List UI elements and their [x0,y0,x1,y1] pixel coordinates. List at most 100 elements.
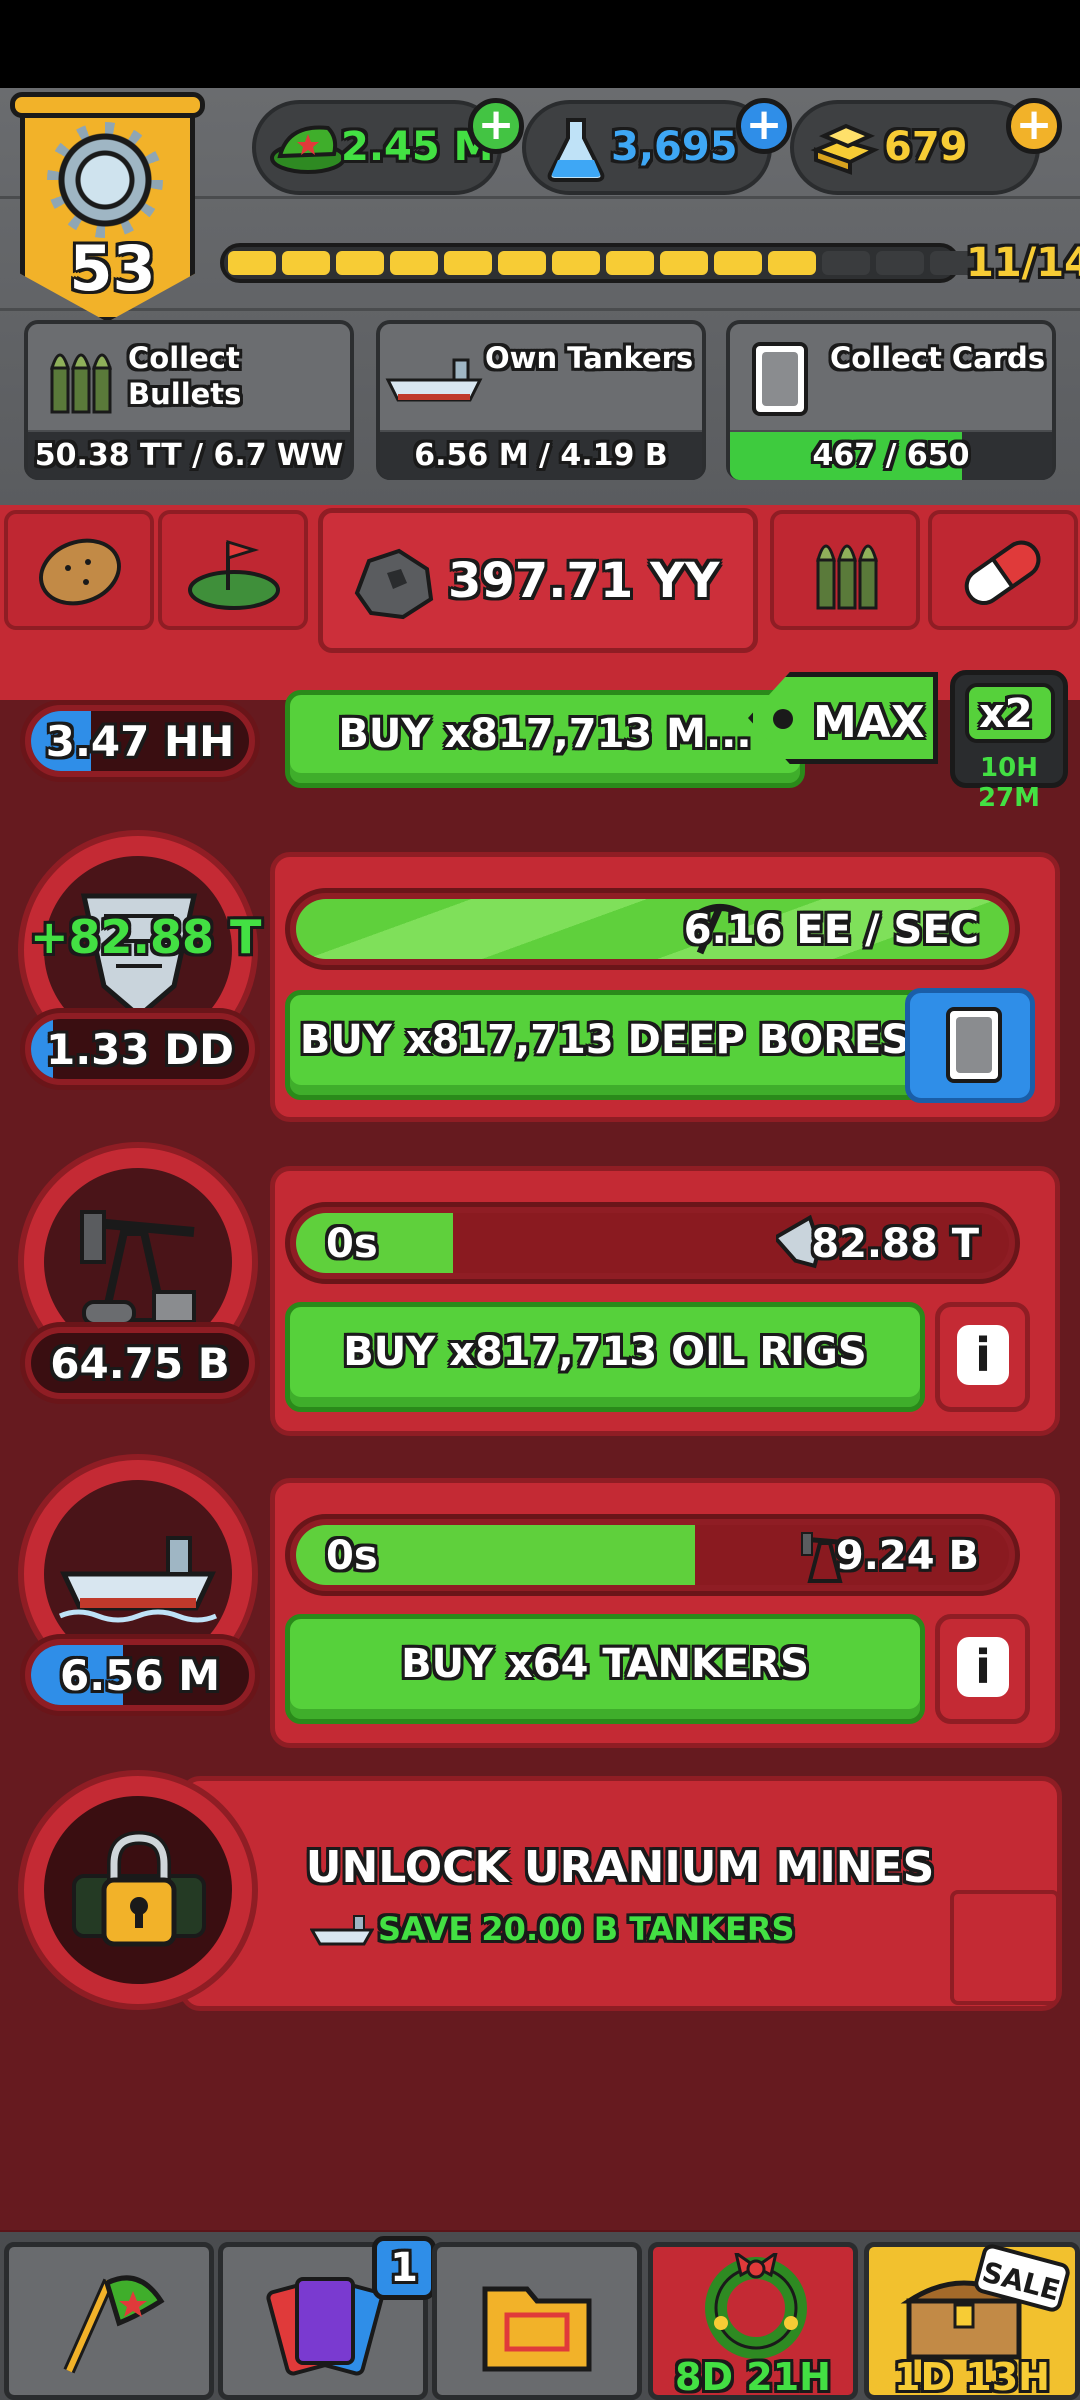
progress-track: 0s 82.88 T [296,1213,1009,1273]
land-flag-icon [188,539,280,610]
add-science-button[interactable]: + [736,98,792,154]
potato-icon [39,538,121,606]
nav-event[interactable]: 8D 21H [648,2242,858,2400]
rate-track: 6.16 EE / SEC [296,899,1009,959]
unlock-subtitle: SAVE 20.00 B TANKERS [378,1910,795,1948]
tab-potato[interactable] [4,510,154,630]
count-text: 3.47 HH [45,717,235,766]
pill-icon [964,540,1041,606]
nav-sale[interactable]: SALE 1D 13H [864,2242,1080,2400]
card-swap-button[interactable] [905,988,1035,1103]
buy-tankers-button[interactable]: BUY x64 TANKERS [285,1614,925,1724]
buy-deep-bores-button[interactable]: BUY x817,713 DEEP BORES [285,990,925,1100]
unlock-circle[interactable] [18,1770,258,2010]
flag-icon [63,2275,165,2374]
status-bar [0,0,1080,88]
gold-bars-icon [810,123,880,175]
add-cash-button[interactable]: + [468,98,524,154]
info-icon: i [957,1637,1009,1697]
wreath-icon [705,2253,807,2359]
tab-land[interactable] [158,510,308,630]
max-label: MAX [813,697,925,748]
science-value: 3,695 [611,124,738,170]
quest-progress-track: 467 / 650 [730,432,1052,480]
cards-badge: 1 [372,2236,436,2300]
tanker-icon [58,1536,218,1623]
quest-label-line1: Collect Cards [830,341,1046,375]
input-text: 82.88 T [811,1221,979,1267]
tanker-icon [385,358,483,402]
quest-own-tankers[interactable]: Own Tankers 6.56 M / 4.19 B [376,320,706,480]
boost-x2-button[interactable]: x2 10H 27M [950,670,1068,813]
add-gold-button[interactable]: + [1006,98,1062,154]
info-icon: i [957,1325,1009,1385]
quest-progress-track: 6.56 M / 4.19 B [380,432,702,480]
sale-timer: 1D 13H [894,2355,1050,2399]
gold-value: 679 [884,124,968,170]
nav-map[interactable] [4,2242,214,2400]
gold-counter[interactable]: 679 [790,100,1040,195]
cards-stack-icon [264,2273,386,2383]
timer-text: 0s [326,1221,378,1267]
boost-badge: x2 [965,683,1055,743]
science-counter[interactable]: 3,695 [522,100,772,195]
card-icon [752,342,808,416]
buy-label: BUY x817,713 OIL RIGS [343,1329,867,1375]
top-row-buy-button[interactable]: BUY x817,713 M... [285,690,805,788]
quest-label: Collect Bullets [128,340,241,412]
max-dot [773,709,793,729]
xp-segment [660,251,708,275]
buy-label: BUY x64 TANKERS [401,1641,809,1687]
oil-rigs-info-button[interactable]: i [935,1302,1030,1412]
xp-segment [606,251,654,275]
count-track: 64.75 B [31,1333,249,1393]
top-row-count: 3.47 HH [20,700,260,782]
xp-segment [714,251,762,275]
quest-collect-bullets[interactable]: Collect Bullets 50.38 TT / 6.7 WW [24,320,354,480]
oil-rigs-progress-bar: 0s 82.88 T [285,1202,1020,1284]
count-text: 1.33 DD [46,1025,234,1074]
count-track: 3.47 HH [31,711,249,771]
floating-reward: +82.88 T [30,910,262,964]
level-banner[interactable]: 53 [10,92,205,332]
nav-documents[interactable] [432,2242,642,2400]
tankers-info-button[interactable]: i [935,1614,1030,1724]
padlock-icon [72,1830,206,1947]
xp-fill [228,251,978,275]
tab-bullets[interactable] [770,510,920,630]
ore-icon [354,548,434,620]
quest-progress-text: 6.56 M / 4.19 B [414,438,668,473]
deep-bores-rate-bar: 6.16 EE / SEC [285,888,1020,970]
xp-segment [390,251,438,275]
tab-ore-active[interactable]: 397.71 YY [318,508,758,653]
deep-bores-count: 1.33 DD [20,1008,260,1090]
count-text: 6.56 M [59,1651,221,1700]
quest-label-line2: Bullets [128,377,242,411]
quest-label-line1: Own Tankers [485,341,694,375]
gear-center [55,130,155,230]
quest-collect-cards[interactable]: Collect Cards 467 / 650 [726,320,1056,480]
boost-label: x2 [979,691,1033,737]
boost-timer: 10H 27M [977,753,1041,813]
tankers-count: 6.56 M [20,1634,260,1716]
tab-pill[interactable] [928,510,1078,630]
army-cap-icon [270,125,346,174]
xp-segment [552,251,600,275]
count-track: 6.56 M [31,1645,249,1705]
card-swap-icon [946,1007,1002,1083]
oil-pump-icon [80,1210,196,1326]
timer-text: 0s [326,1533,378,1579]
xp-segment [768,251,816,275]
folder-icon [482,2286,592,2372]
xp-progress-bar [220,243,978,283]
quest-progress-text: 467 / 650 [812,438,970,473]
tanker-icon [310,1915,374,1946]
cash-counter[interactable]: 2.45 M [252,100,502,195]
xp-label: 11/14 [966,240,1080,286]
flask-icon [547,118,605,182]
bullets-icon [816,544,878,610]
buy-oil-rigs-button[interactable]: BUY x817,713 OIL RIGS [285,1302,925,1412]
unlock-uranium-card[interactable] [180,1776,1062,2011]
quest-label: Collect Cards [830,340,1045,376]
xp-segment [336,251,384,275]
